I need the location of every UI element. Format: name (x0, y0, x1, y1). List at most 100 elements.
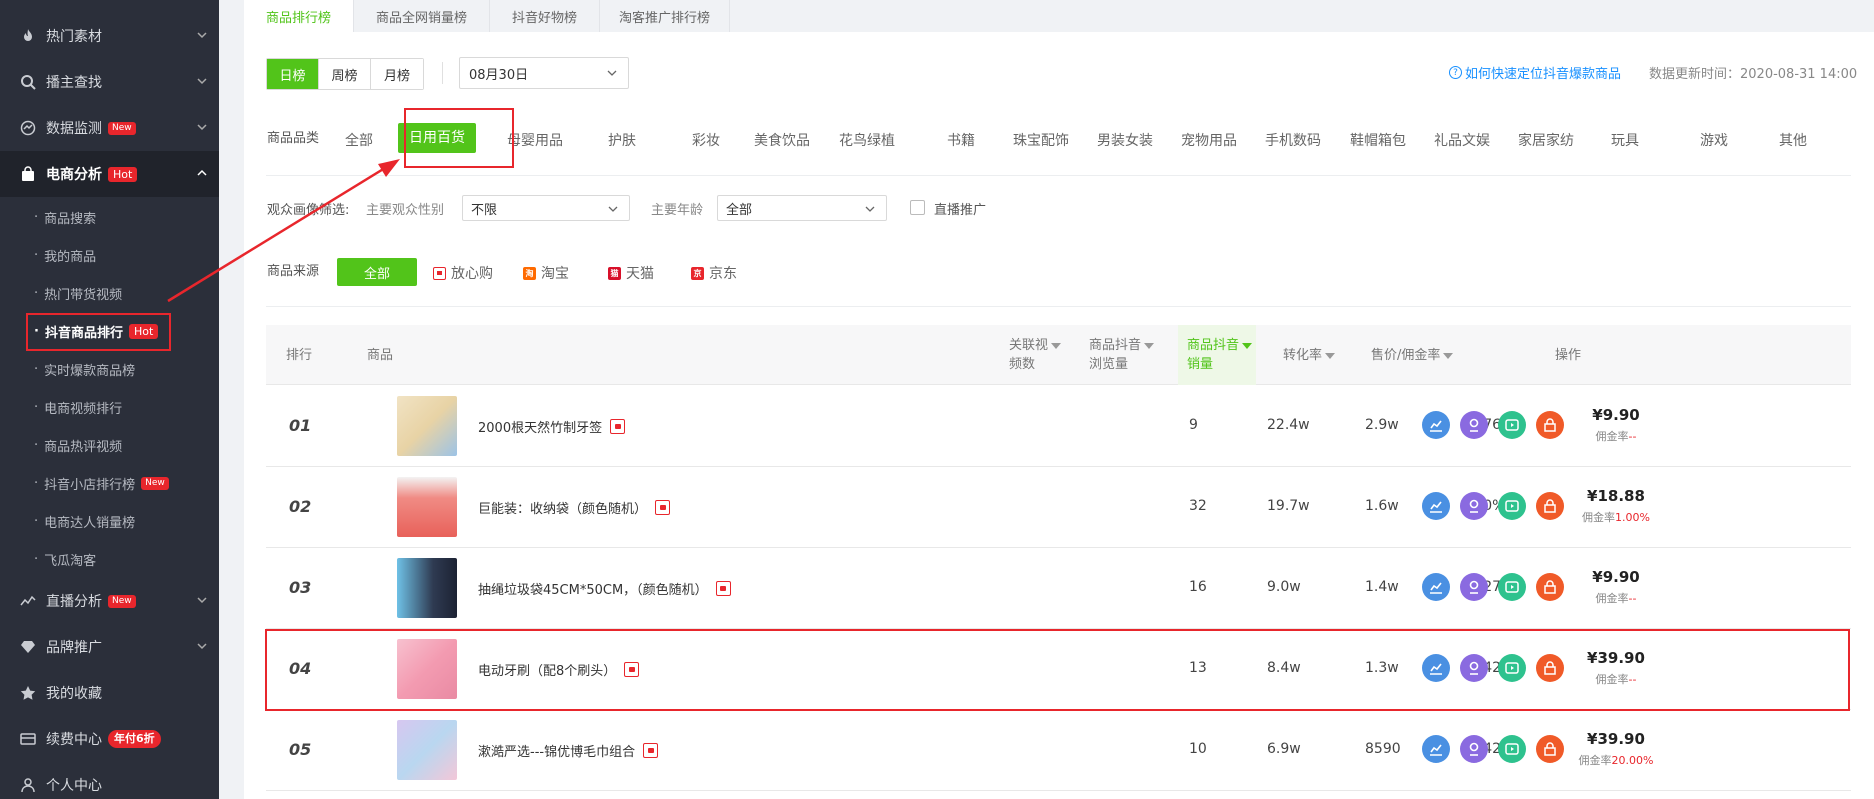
action-shop-button[interactable] (1536, 573, 1564, 601)
category-8[interactable]: 珠宝配饰 (1006, 130, 1076, 150)
action-influencer-button[interactable] (1460, 573, 1488, 601)
category-16[interactable]: 游戏 (1679, 130, 1749, 150)
shopping-bag-icon (20, 166, 36, 182)
date-select[interactable]: 08月30日 (459, 57, 629, 89)
th-conversion[interactable]: 转化率 (1283, 346, 1336, 365)
product-name[interactable]: 漱澔严选---锦优博毛巾组合 (478, 741, 659, 760)
th-views[interactable]: 商品抖音 浏览量 (1089, 336, 1155, 374)
category-13[interactable]: 礼品文娱 (1427, 130, 1497, 150)
live-promo-checkbox[interactable] (910, 200, 925, 215)
tab-network-sales[interactable]: 商品全网销量榜 (354, 0, 490, 32)
nav-item-streamer-search[interactable]: 播主查找 (0, 59, 219, 105)
source-tmall[interactable]: 猫天猫 (608, 263, 654, 283)
video-icon (1505, 419, 1519, 431)
product-name[interactable]: 抽绳垃圾袋45CM*50CM，（颜色随机） (478, 579, 731, 598)
th-videos[interactable]: 关联视 频数 (1009, 336, 1062, 374)
action-chart-button[interactable] (1422, 573, 1450, 601)
age-select[interactable]: 全部 (717, 195, 887, 221)
sub-item-feigua-taoke[interactable]: · 飞瓜淘客 (34, 545, 96, 573)
sub-item-realtime-hot[interactable]: · 实时爆款商品榜 (34, 355, 135, 383)
nav-item-data-monitor[interactable]: 数据监测 New (0, 105, 219, 151)
action-chart-button[interactable] (1422, 411, 1450, 439)
table-row[interactable]: 012000根天然竹制牙签922.4w2.9w12.76%¥9.90佣金率-- (266, 386, 1851, 467)
category-9[interactable]: 男装女装 (1090, 130, 1160, 150)
table-row[interactable]: 02巨能装：收纳袋（颜色随机）3219.7w1.6w7.90%¥18.88佣金率… (266, 467, 1851, 548)
action-chart-button[interactable] (1422, 492, 1450, 520)
category-14[interactable]: 家居家纺 (1511, 130, 1581, 150)
shop-icon (1544, 499, 1556, 513)
tab-douyin-goods[interactable]: 抖音好物榜 (490, 0, 600, 32)
category-15[interactable]: 玩具 (1595, 130, 1655, 150)
tab-product-ranking[interactable]: 商品排行榜 (244, 0, 354, 32)
product-name[interactable]: 2000根天然竹制牙签 (478, 417, 626, 436)
product-name[interactable]: 巨能装：收纳袋（颜色随机） (478, 498, 671, 517)
tab-taoke-ranking[interactable]: 淘客推广排行榜 (600, 0, 730, 32)
sub-item-hot-videos[interactable]: · 热门带货视频 (34, 279, 122, 307)
action-influencer-button[interactable] (1460, 735, 1488, 763)
category-12[interactable]: 鞋帽箱包 (1343, 130, 1413, 150)
nav-item-renewal[interactable]: 续费中心 年付6折 (0, 716, 219, 762)
action-chart-button[interactable] (1422, 735, 1450, 763)
product-thumbnail[interactable] (397, 720, 457, 780)
source-all-button[interactable]: 全部 (337, 258, 417, 286)
nav-item-hot-materials[interactable]: 热门素材 (0, 13, 219, 59)
sub-item-my-products[interactable]: · 我的商品 (34, 241, 96, 269)
th-price[interactable]: 售价/佣金率 (1371, 346, 1454, 365)
source-label-text: 天猫 (626, 266, 654, 282)
action-shop-button[interactable] (1536, 492, 1564, 520)
shop-icon (1544, 580, 1556, 594)
sub-item-product-search[interactable]: · 商品搜索 (34, 203, 96, 231)
product-name-text: 漱澔严选---锦优博毛巾组合 (478, 745, 636, 760)
category-7[interactable]: 书籍 (931, 130, 991, 150)
commission-prefix: 佣金率 (1595, 430, 1629, 443)
action-shop-button[interactable] (1536, 735, 1564, 763)
th-sales[interactable]: 商品抖音 销量 (1187, 336, 1253, 374)
period-daily-button[interactable]: 日榜 (267, 59, 319, 89)
source-taobao[interactable]: 淘淘宝 (523, 263, 569, 283)
action-video-button[interactable] (1498, 492, 1526, 520)
th-product: 商品 (367, 348, 394, 363)
new-badge: New (141, 476, 169, 490)
category-6[interactable]: 花鸟绿植 (832, 130, 902, 150)
action-influencer-button[interactable] (1460, 492, 1488, 520)
nav-item-favorites[interactable]: 我的收藏 (0, 670, 219, 716)
category-17[interactable]: 其他 (1763, 130, 1823, 150)
category-3[interactable]: 护肤 (589, 130, 655, 150)
sub-item-hot-comments[interactable]: · 商品热评视频 (34, 431, 122, 459)
period-monthly-button[interactable]: 月榜 (371, 59, 423, 89)
table-row[interactable]: 03抽绳垃圾袋45CM*50CM，（颜色随机）169.0w1.4w15.27%¥… (266, 548, 1851, 629)
action-influencer-button[interactable] (1460, 411, 1488, 439)
action-video-button[interactable] (1498, 573, 1526, 601)
product-thumbnail[interactable] (397, 558, 457, 618)
category-0[interactable]: 全部 (324, 130, 394, 150)
action-video-button[interactable] (1498, 411, 1526, 439)
category-label: 商品品类 (267, 131, 320, 146)
nav-item-profile[interactable]: 个人中心 (0, 762, 219, 799)
age-label: 主要年龄 (651, 203, 704, 218)
sub-item-video-ranking[interactable]: · 电商视频排行 (34, 393, 122, 421)
th-text: 销量 (1187, 357, 1214, 372)
nav-item-brand-promo[interactable]: 品牌推广 (0, 624, 219, 670)
product-thumbnail[interactable] (397, 396, 457, 456)
table-row[interactable]: 05漱澔严选---锦优博毛巾组合106.9w859012.42%¥39.90佣金… (266, 710, 1851, 791)
category-11[interactable]: 手机数码 (1258, 130, 1328, 150)
action-shop-button[interactable] (1536, 411, 1564, 439)
sub-item-shop-ranking[interactable]: · 抖音小店排行榜 New (34, 469, 169, 497)
divider (266, 175, 1851, 176)
nav-item-ecommerce-analysis[interactable]: 电商分析 Hot (0, 151, 219, 197)
action-video-button[interactable] (1498, 735, 1526, 763)
source-jd[interactable]: 京京东 (691, 263, 737, 283)
card-icon (20, 731, 36, 747)
gender-select[interactable]: 不限 (462, 195, 630, 221)
source-fangxingou[interactable]: 放心购 (433, 263, 493, 283)
category-5[interactable]: 美食饮品 (747, 130, 817, 150)
divider (266, 306, 1851, 307)
category-4[interactable]: 彩妆 (673, 130, 739, 150)
period-weekly-button[interactable]: 周榜 (319, 59, 371, 89)
product-thumbnail[interactable] (397, 477, 457, 537)
influencer-icon (1469, 742, 1479, 756)
sub-item-influencer-sales[interactable]: · 电商达人销量榜 (34, 507, 135, 535)
category-10[interactable]: 宠物用品 (1174, 130, 1244, 150)
help-link[interactable]: ? 如何快速定位抖音爆款商品 (1449, 63, 1621, 82)
nav-item-live-analysis[interactable]: 直播分析 New (0, 578, 219, 624)
